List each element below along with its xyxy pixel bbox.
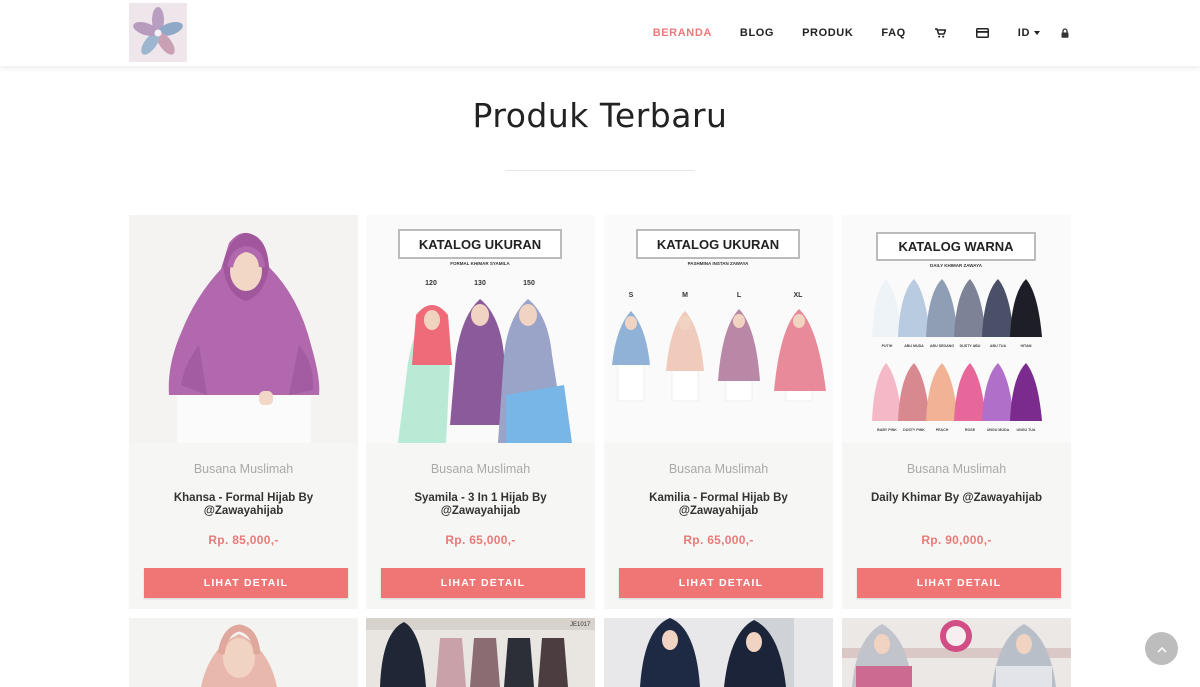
product-price: Rp. 65,000,- xyxy=(683,533,754,547)
title-divider xyxy=(505,170,695,171)
size-label: 130 xyxy=(474,280,486,287)
color-label: ABU TUA xyxy=(990,344,1007,348)
lock-icon xyxy=(1058,27,1072,39)
product-image[interactable] xyxy=(129,618,358,687)
view-detail-button[interactable]: LIHAT DETAIL xyxy=(144,568,348,598)
product-image[interactable]: JE1017 xyxy=(366,618,595,687)
product-category: Busana Muslimah xyxy=(668,462,769,476)
product-card: Busana Muslimah Khansa - Formal Hijab By… xyxy=(129,215,358,609)
catalog-title: KATALOG UKURAN xyxy=(657,237,779,252)
nav-item-blog[interactable]: BLOG xyxy=(740,27,774,39)
nav-item-beranda[interactable]: BERANDA xyxy=(653,27,712,39)
size-label: 120 xyxy=(425,280,437,287)
product-price: Rp. 85,000,- xyxy=(208,533,279,547)
product-image[interactable] xyxy=(604,618,833,687)
color-label: HITAM xyxy=(1020,344,1031,348)
color-label: UNGU MUDA xyxy=(987,428,1010,432)
chevron-down-icon xyxy=(1034,31,1040,35)
product-name[interactable]: Syamila - 3 In 1 Hijab By @Zawayahijab xyxy=(390,492,571,518)
shopping-cart-icon xyxy=(934,27,948,39)
size-label: XL xyxy=(794,292,804,299)
color-label: DUSTY PINK xyxy=(903,428,925,432)
catalog-title: KATALOG WARNA xyxy=(898,239,1014,254)
product-price: Rp. 90,000,- xyxy=(921,533,992,547)
product-image[interactable] xyxy=(129,215,358,443)
view-detail-button[interactable]: LIHAT DETAIL xyxy=(381,568,585,598)
product-category: Busana Muslimah xyxy=(906,462,1007,476)
view-detail-button[interactable]: LIHAT DETAIL xyxy=(857,568,1061,598)
color-label: DUSTY ABU xyxy=(960,344,981,348)
color-label: ROSE xyxy=(965,428,976,432)
section-title: Produk Terbaru xyxy=(472,96,728,135)
size-label: S xyxy=(629,292,634,299)
nav-item-produk[interactable]: PRODUK xyxy=(802,27,853,39)
color-label: BABY PINK xyxy=(877,428,897,432)
language-label: ID xyxy=(1017,27,1030,39)
size-label: M xyxy=(682,292,688,299)
cart-button[interactable] xyxy=(934,27,948,39)
product-image[interactable]: KATALOG UKURAN PASHMINA INSTAN ZAWAYA S … xyxy=(604,215,833,443)
catalog-subtitle: FORMAL KHIMAR SYAMILA xyxy=(450,261,510,266)
payment-button[interactable] xyxy=(976,27,990,39)
catalog-subtitle: DAILY KHIMAR ZAWAYA xyxy=(930,263,983,268)
product-grid-row-2: JE1017 xyxy=(129,618,1071,687)
product-card: KATALOG UKURAN PASHMINA INSTAN ZAWAYA S … xyxy=(604,215,833,609)
product-image[interactable]: KATALOG UKURAN FORMAL KHIMAR SYAMILA 120… xyxy=(366,215,595,443)
size-label: 150 xyxy=(523,280,535,287)
language-dropdown[interactable]: ID xyxy=(1018,27,1040,39)
product-price: Rp. 65,000,- xyxy=(445,533,516,547)
product-category: Busana Muslimah xyxy=(430,462,531,476)
credit-card-icon xyxy=(976,27,990,39)
product-name[interactable]: Khansa - Formal Hijab By @Zawayahijab xyxy=(153,492,334,518)
product-code: JE1017 xyxy=(570,622,591,628)
scroll-to-top-button[interactable] xyxy=(1145,632,1178,665)
view-detail-button[interactable]: LIHAT DETAIL xyxy=(619,568,823,598)
product-image[interactable]: KATALOG WARNA DAILY KHIMAR ZAWAYA PUTIH … xyxy=(842,215,1071,443)
site-logo[interactable] xyxy=(129,3,187,62)
catalog-title: KATALOG UKURAN xyxy=(419,237,541,252)
main-nav: BERANDA BLOG PRODUK FAQ ID xyxy=(625,0,1072,66)
color-label: UNGU TUA xyxy=(1017,428,1036,432)
product-category: Busana Muslimah xyxy=(193,462,294,476)
color-label: ABU MUDA xyxy=(904,344,924,348)
color-label: PUTIH xyxy=(882,344,893,348)
product-name[interactable]: Kamilia - Formal Hijab By @Zawayahijab xyxy=(628,492,809,518)
nav-item-faq[interactable]: FAQ xyxy=(881,27,905,39)
catalog-subtitle: PASHMINA INSTAN ZAWAYA xyxy=(688,261,750,266)
color-label: PEACH xyxy=(936,428,949,432)
product-name[interactable]: Daily Khimar By @Zawayahijab xyxy=(866,492,1047,505)
color-label: ABU SEDANG xyxy=(930,344,954,348)
size-label: L xyxy=(737,292,742,299)
product-card: KATALOG WARNA DAILY KHIMAR ZAWAYA PUTIH … xyxy=(842,215,1071,609)
top-navbar: BERANDA BLOG PRODUK FAQ ID xyxy=(0,0,1200,66)
chevron-up-icon xyxy=(1156,640,1167,658)
product-card: KATALOG UKURAN FORMAL KHIMAR SYAMILA 120… xyxy=(366,215,595,609)
product-image[interactable] xyxy=(842,618,1071,687)
login-button[interactable] xyxy=(1058,27,1072,39)
